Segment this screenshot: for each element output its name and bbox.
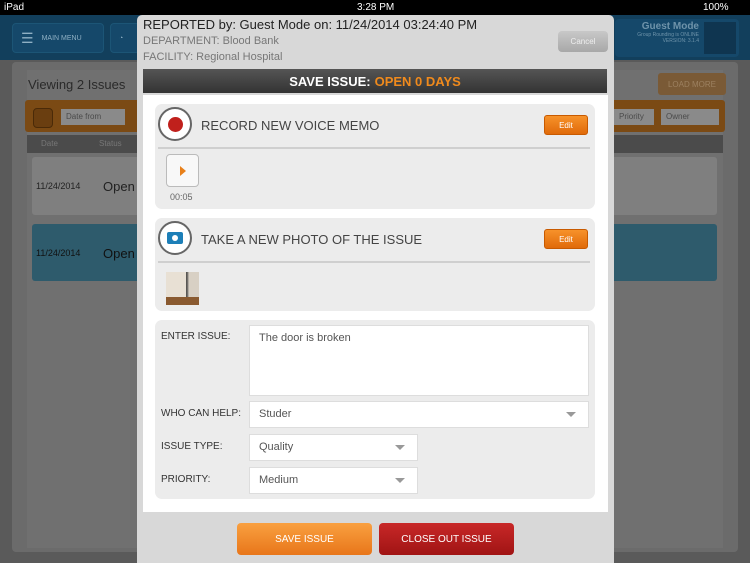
camera-icon[interactable] (158, 221, 192, 255)
close-out-issue-button[interactable]: CLOSE OUT ISSUE (379, 523, 514, 555)
menu-icon: ☰ (21, 29, 34, 46)
voice-memo-card: RECORD NEW VOICE MEMO Edit 00:05 (155, 104, 595, 209)
dashboard-button[interactable]: ◔ (110, 23, 140, 53)
department: DEPARTMENT: Blood Bank (143, 35, 279, 47)
device-label: iPad (4, 2, 25, 13)
who-can-help-select[interactable]: Studer (249, 401, 589, 428)
load-more-button[interactable]: LOAD MORE (658, 73, 726, 95)
date-from-filter[interactable]: Date from (61, 109, 125, 125)
record-icon[interactable] (158, 107, 192, 141)
viewing-count: Viewing 2 Issues (28, 77, 126, 92)
status-bar: iPad 3:28 PM 100% (0, 0, 750, 15)
battery: 100% (703, 2, 729, 13)
chevron-down-icon (566, 412, 576, 417)
chevron-down-icon (395, 445, 405, 450)
issue-status: OPEN 0 DAYS (374, 73, 461, 89)
chevron-down-icon (395, 478, 405, 483)
cancel-button[interactable]: Cancel (558, 31, 608, 52)
facility: FACILITY: Regional Hospital (143, 51, 283, 63)
priority-filter[interactable]: Priority (614, 109, 654, 125)
photo-thumbnail[interactable] (166, 272, 199, 305)
priority-select[interactable]: Medium (249, 467, 418, 494)
memo-duration: 00:05 (170, 192, 193, 202)
save-issue-button[interactable]: SAVE ISSUE (237, 523, 372, 555)
user-panel: Guest Mode Group Rounding is ONLINE VERS… (615, 19, 739, 57)
save-issue-bar: SAVE ISSUE: OPEN 0 DAYS (143, 69, 607, 93)
reported-by: REPORTED by: Guest Mode on: 11/24/2014 0… (143, 17, 478, 32)
avatar (704, 22, 736, 54)
refresh-button[interactable] (33, 108, 53, 128)
owner-filter[interactable]: Owner (661, 109, 719, 125)
clock: 3:28 PM (357, 2, 395, 13)
play-button[interactable] (166, 154, 199, 187)
main-menu-button[interactable]: ☰ MAIN MENU (12, 23, 104, 53)
play-icon (180, 166, 186, 176)
photo-edit-button[interactable]: Edit (544, 229, 588, 249)
issue-type-select[interactable]: Quality (249, 434, 418, 461)
gauge-icon: ◔ (119, 34, 124, 42)
issue-textarea[interactable]: The door is broken (249, 325, 589, 396)
voice-edit-button[interactable]: Edit (544, 115, 588, 135)
photo-card: TAKE A NEW PHOTO OF THE ISSUE Edit (155, 218, 595, 311)
